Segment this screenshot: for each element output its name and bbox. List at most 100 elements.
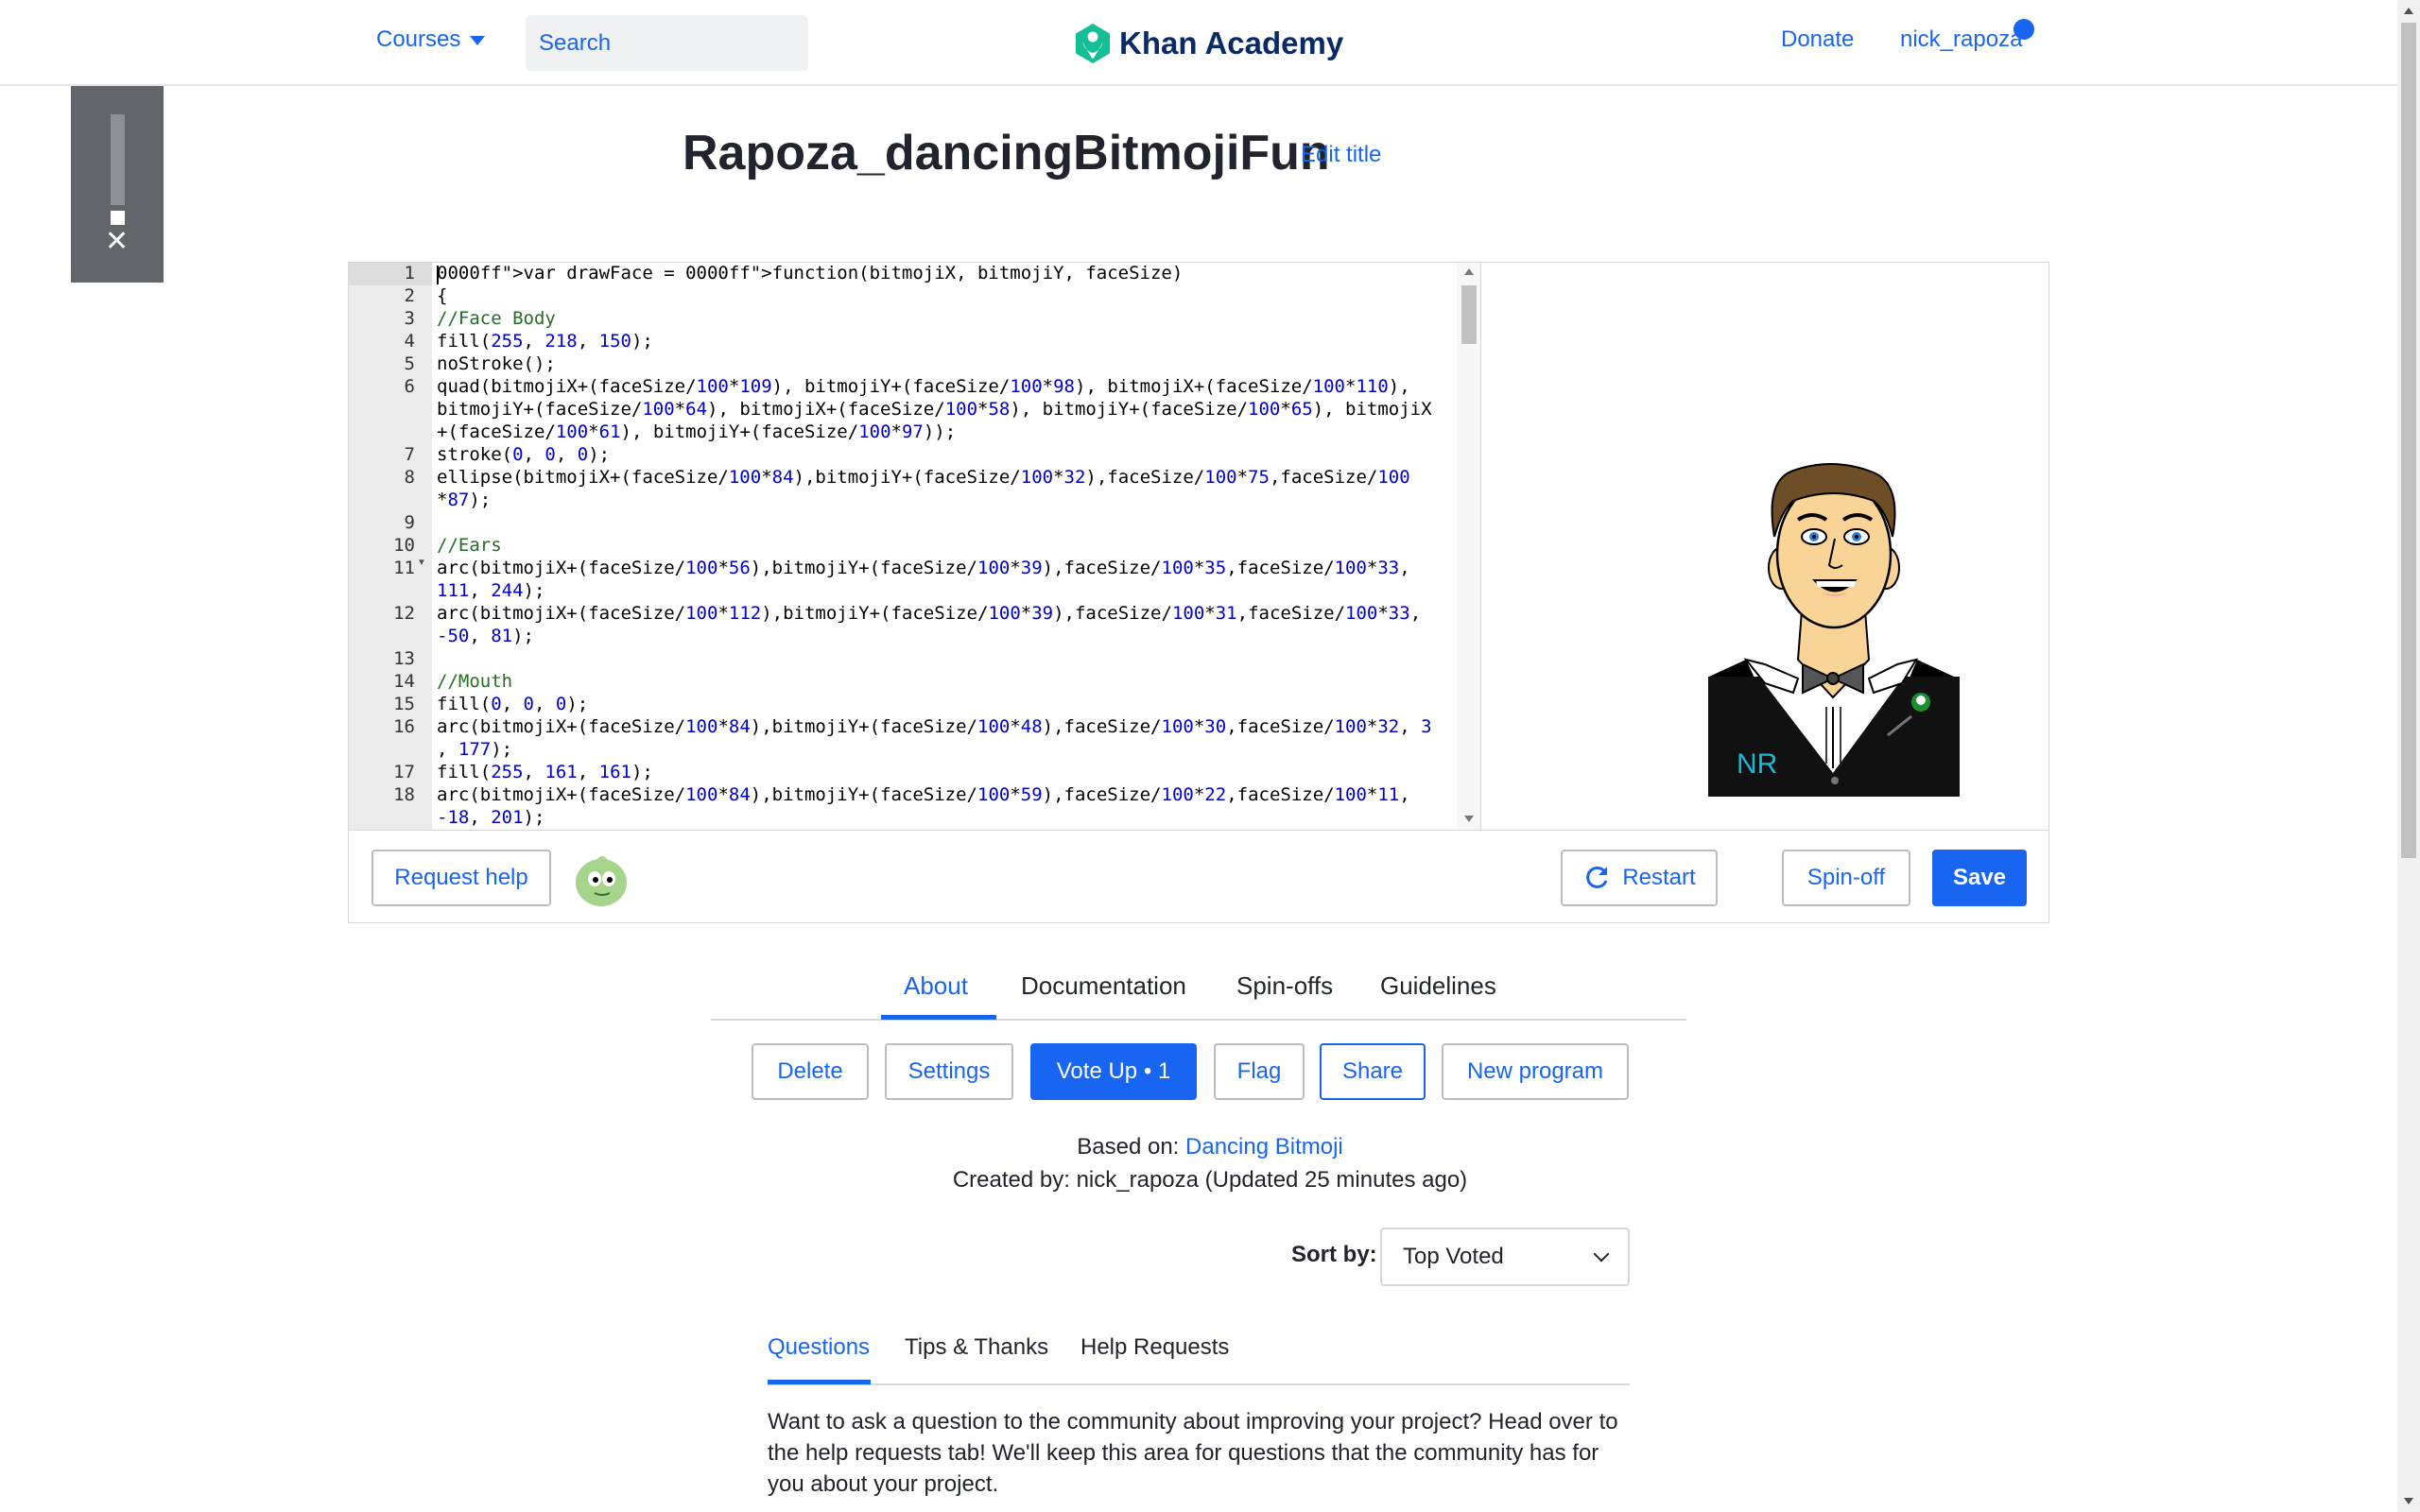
active-discussion-tab-indicator — [768, 1380, 871, 1384]
alert-dot — [111, 211, 125, 225]
page-scroll-down-icon[interactable] — [2404, 1498, 2413, 1504]
share-button[interactable]: Share — [1320, 1043, 1426, 1100]
code-line[interactable]: -18, 201); — [437, 807, 544, 830]
code-line[interactable]: //Mouth — [437, 671, 512, 694]
code-line[interactable]: *87); — [437, 490, 491, 512]
code-line[interactable]: -50, 81); — [437, 626, 534, 648]
share-label: Share — [1341, 1058, 1404, 1084]
based-on-prefix: Based on: — [1077, 1134, 1180, 1160]
tab-spin-offs[interactable]: Spin-offs — [1236, 971, 1333, 1001]
tab-help-requests[interactable]: Help Requests — [1080, 1334, 1229, 1361]
active-tab-indicator — [881, 1015, 996, 1020]
flag-button[interactable]: Flag — [1214, 1043, 1305, 1100]
edit-title-link[interactable]: Edit title — [1301, 142, 1381, 168]
spin-off-button[interactable]: Spin-off — [1782, 850, 1910, 906]
line-number: 17 — [393, 762, 415, 782]
line-number: 16 — [393, 716, 415, 737]
line-number: 14 — [393, 671, 415, 692]
user-menu[interactable]: nick_rapoza — [1900, 26, 2022, 53]
line-number: 18 — [393, 784, 415, 805]
code-line[interactable]: arc(bitmojiX+(faceSize/100*112),bitmojiY… — [437, 603, 1421, 626]
delete-button[interactable]: Delete — [752, 1043, 869, 1100]
sort-value: Top Voted — [1403, 1244, 1504, 1269]
save-label: Save — [1952, 865, 2007, 890]
program-canvas[interactable]: NR — [1481, 263, 2048, 830]
discussion-tabs: Questions Tips & Thanks Help Requests — [768, 1323, 1630, 1385]
page-scrollbar-thumb[interactable] — [2401, 23, 2416, 858]
caret-down-icon — [470, 36, 486, 45]
code-line[interactable]: 111, 244); — [437, 580, 544, 603]
code-line[interactable]: +(faceSize/100*61), bitmojiY+(faceSize/1… — [437, 421, 956, 444]
tab-about[interactable]: About — [904, 971, 968, 1001]
code-line[interactable]: ellipse(bitmojiX+(faceSize/100*84),bitmo… — [437, 467, 1410, 490]
line-number: 4 — [404, 331, 415, 352]
created-by-line: Created by: nick_rapoza (Updated 25 minu… — [952, 1167, 1468, 1193]
code-line[interactable]: //Face Body — [437, 308, 556, 331]
based-on-line: Based on: Dancing Bitmoji — [0, 1134, 2420, 1160]
line-number: 3 — [404, 308, 415, 329]
line-number: 13 — [393, 648, 415, 669]
line-number: 6 — [404, 376, 415, 397]
courses-menu[interactable]: Courses — [376, 26, 486, 53]
sort-label: Sort by: — [1291, 1242, 1377, 1267]
code-line[interactable]: bitmojiY+(faceSize/100*64), bitmojiX+(fa… — [437, 399, 1432, 421]
sort-select[interactable]: Top Voted — [1380, 1228, 1630, 1286]
code-area[interactable]: 0000ff">var drawFace = 0000ff">function(… — [437, 263, 1458, 830]
line-number: 9 — [404, 512, 415, 533]
oh-noes-guy-avatar[interactable] — [574, 853, 629, 908]
tab-documentation[interactable]: Documentation — [1021, 971, 1186, 1001]
editor-scrollbar[interactable] — [1457, 263, 1480, 830]
program-tabs: About Documentation Spin-offs Guidelines — [711, 960, 1686, 1021]
restart-icon — [1586, 866, 1608, 888]
code-line[interactable]: //Ears — [437, 535, 502, 558]
based-on-link[interactable]: Dancing Bitmoji — [1185, 1134, 1343, 1160]
restart-label: Restart — [1622, 865, 1696, 890]
text-cursor — [437, 266, 439, 284]
code-line[interactable]: 0000ff">var drawFace = 0000ff">function(… — [437, 263, 1183, 285]
new-program-button[interactable]: New program — [1442, 1043, 1629, 1100]
close-icon[interactable]: ✕ — [105, 228, 129, 256]
donate-link[interactable]: Donate — [1781, 26, 1854, 53]
jacket-initials: NR — [1737, 748, 1777, 780]
code-line[interactable]: arc(bitmojiX+(faceSize/100*56),bitmojiY+… — [437, 558, 1410, 580]
tab-guidelines[interactable]: Guidelines — [1380, 971, 1496, 1001]
vote-up-button[interactable]: Vote Up • 1 — [1030, 1043, 1197, 1100]
search-input[interactable] — [539, 29, 832, 57]
code-line[interactable]: fill(0, 0, 0); — [437, 694, 588, 716]
scrollbar-thumb[interactable] — [1461, 285, 1477, 344]
chevron-down-icon — [1593, 1246, 1610, 1263]
save-button[interactable]: Save — [1932, 850, 2027, 906]
code-line[interactable]: fill(255, 218, 150); — [437, 331, 653, 353]
code-line[interactable]: arc(bitmojiX+(faceSize/100*84),bitmojiY+… — [437, 784, 1410, 807]
scroll-up-icon[interactable] — [1464, 268, 1474, 275]
tab-tips-thanks[interactable]: Tips & Thanks — [905, 1334, 1048, 1361]
questions-info-text: Want to ask a question to the community … — [768, 1409, 1618, 1497]
settings-button[interactable]: Settings — [885, 1043, 1013, 1100]
line-number: 1 — [404, 263, 415, 284]
code-line[interactable]: , 177); — [437, 739, 512, 762]
bitmoji-drawing: NR — [1708, 463, 1960, 797]
restart-button[interactable]: Restart — [1561, 850, 1718, 906]
code-line[interactable]: fill(255, 161, 161); — [437, 762, 653, 784]
side-alert-panel: ✕ — [71, 86, 164, 283]
code-line[interactable]: quad(bitmojiX+(faceSize/100*109), bitmoj… — [437, 376, 1410, 399]
settings-label: Settings — [908, 1058, 991, 1084]
line-number: 5 — [404, 353, 415, 374]
fold-arrow-icon[interactable]: ▼ — [417, 558, 426, 568]
code-line[interactable]: stroke(0, 0, 0); — [437, 444, 610, 467]
page-scrollbar[interactable] — [2397, 0, 2420, 1512]
alert-bar — [111, 114, 125, 205]
code-editor[interactable]: 1 2 3 4 5 6 7 8 9 10 11 12 13 14 15 16 17 18 ▼ 0000ff">va… — [349, 263, 1481, 830]
page-scroll-up-icon[interactable] — [2404, 8, 2413, 14]
request-help-button[interactable]: Request help — [372, 850, 551, 906]
code-line[interactable]: { — [437, 285, 447, 308]
line-gutter: 1 2 3 4 5 6 7 8 9 10 11 12 13 14 15 16 17 18 ▼ — [349, 263, 432, 830]
flag-label: Flag — [1236, 1058, 1282, 1084]
notification-dot — [2014, 19, 2034, 40]
khan-academy-logo[interactable]: Khan Academy — [1074, 23, 1343, 64]
code-line[interactable]: noStroke(); — [437, 353, 556, 376]
line-number: 8 — [404, 467, 415, 488]
code-line[interactable]: arc(bitmojiX+(faceSize/100*84),bitmojiY+… — [437, 716, 1432, 739]
scroll-down-icon[interactable] — [1464, 816, 1474, 822]
tab-questions[interactable]: Questions — [768, 1334, 870, 1361]
